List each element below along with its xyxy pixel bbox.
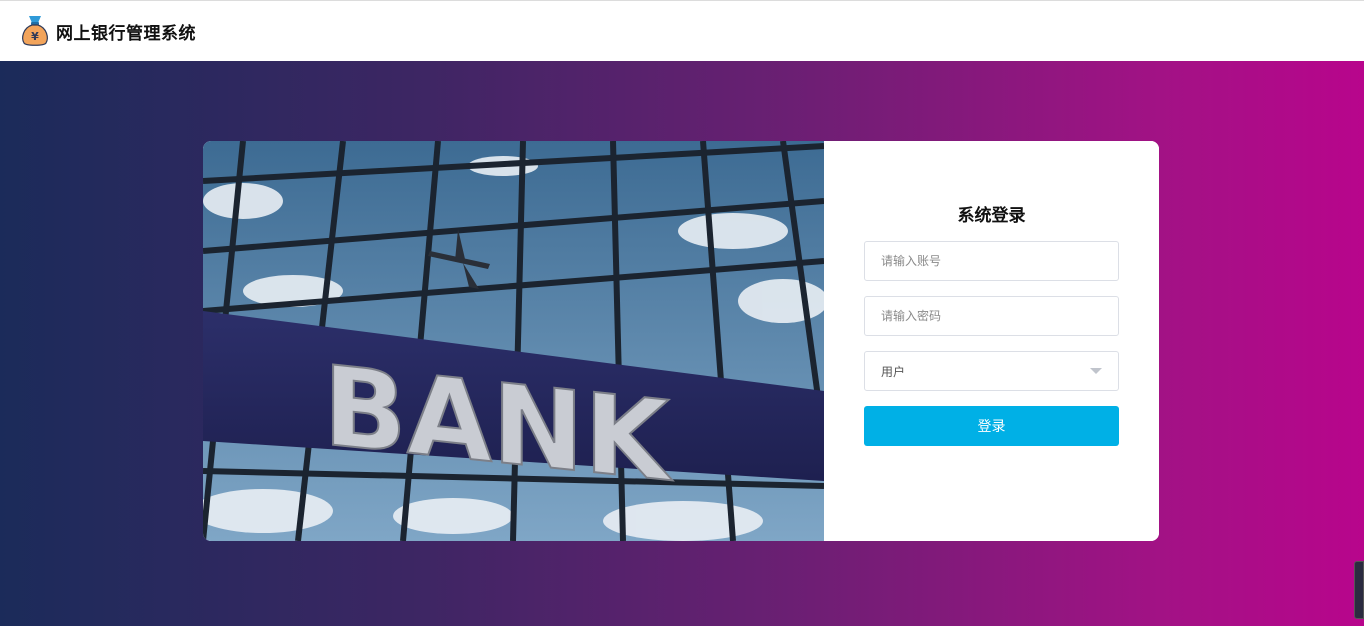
main-background: BANK 系统登录 用户 登录 xyxy=(0,61,1364,626)
login-button[interactable]: 登录 xyxy=(864,406,1119,446)
login-title: 系统登录 xyxy=(957,206,1026,226)
account-input[interactable] xyxy=(864,241,1119,281)
login-card: BANK 系统登录 用户 登录 xyxy=(203,141,1159,541)
top-header: ¥ 网上银行管理系统 xyxy=(0,0,1364,61)
login-panel: 系统登录 用户 登录 xyxy=(824,141,1159,541)
app-title: 网上银行管理系统 xyxy=(56,23,196,44)
password-input[interactable] xyxy=(864,296,1119,336)
side-scroll-handle[interactable] xyxy=(1354,561,1364,619)
logo-symbol: ¥ xyxy=(31,30,39,43)
bank-hero-image: BANK xyxy=(203,141,824,541)
role-select-value: 用户 xyxy=(881,364,906,379)
role-select[interactable]: 用户 xyxy=(864,351,1119,391)
money-bag-icon: ¥ xyxy=(22,16,48,46)
chevron-down-icon xyxy=(1090,368,1102,374)
